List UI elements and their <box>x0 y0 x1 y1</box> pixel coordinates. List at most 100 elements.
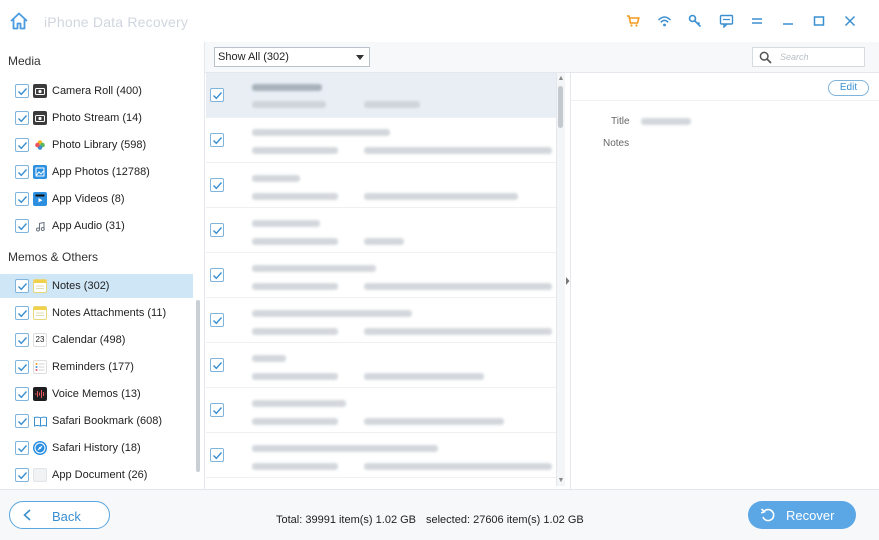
list-item[interactable] <box>206 343 556 388</box>
feedback-icon[interactable] <box>717 12 735 30</box>
checkbox[interactable] <box>210 448 224 462</box>
sidebar-item-label: Notes Attachments (11) <box>52 307 167 319</box>
maximize-icon[interactable] <box>810 12 828 30</box>
blurred-note-preview <box>364 328 552 335</box>
checkbox[interactable] <box>15 165 29 179</box>
checkbox[interactable] <box>15 219 29 233</box>
sidebar-item-label: Photo Stream (14) <box>52 112 142 124</box>
checkbox[interactable] <box>15 138 29 152</box>
list-item[interactable] <box>206 298 556 343</box>
back-label: Back <box>52 509 81 524</box>
filter-value: Show All (302) <box>218 51 289 63</box>
checkbox[interactable] <box>210 268 224 282</box>
sidebar-item-notes-attachments[interactable]: Notes Attachments (11) <box>0 301 193 325</box>
sidebar-item-app-audio[interactable]: App Audio (31) <box>0 214 193 238</box>
list-scrollbar[interactable] <box>556 73 565 486</box>
search-input[interactable]: Search <box>752 47 865 67</box>
blurred-note-date <box>252 373 338 380</box>
list-item[interactable] <box>206 73 556 118</box>
sidebar-item-voice-memos[interactable]: Voice Memos (13) <box>0 382 193 406</box>
sidebar-item-label: Camera Roll (400) <box>52 85 142 97</box>
list-item[interactable] <box>206 208 556 253</box>
sidebar-item-reminders[interactable]: Reminders (177) <box>0 355 193 379</box>
checkbox[interactable] <box>15 468 29 482</box>
sidebar-item-safari-history[interactable]: Safari History (18) <box>0 436 193 460</box>
checkbox[interactable] <box>15 84 29 98</box>
wifi-connect-icon[interactable] <box>655 12 673 30</box>
home-icon[interactable] <box>8 10 30 32</box>
menu-icon[interactable] <box>748 12 766 30</box>
checkbox[interactable] <box>15 192 29 206</box>
sidebar-item-label: App Videos (8) <box>52 193 125 205</box>
selected-status: selected: 27606 item(s) 1.02 GB <box>426 514 584 526</box>
sidebar-item-label: Notes (302) <box>52 280 110 292</box>
sidebar-item-safari-bookmark[interactable]: Safari Bookmark (608) <box>0 409 193 433</box>
sidebar-item-calendar[interactable]: 23 Calendar (498) <box>0 328 193 352</box>
blurred-note-date <box>252 463 338 470</box>
notes-attachments-icon <box>33 306 47 320</box>
sidebar-item-app-document[interactable]: App Document (26) <box>0 463 193 487</box>
checkbox[interactable] <box>15 306 29 320</box>
checkbox[interactable] <box>210 358 224 372</box>
checkbox[interactable] <box>210 223 224 237</box>
blurred-note-preview <box>364 418 504 425</box>
key-icon[interactable] <box>686 12 704 30</box>
scroll-up-icon[interactable]: ▲ <box>557 75 565 83</box>
back-button[interactable]: Back <box>9 501 110 529</box>
notes-label: Notes <box>603 138 630 149</box>
blurred-note-date <box>252 238 338 245</box>
sidebar-item-photo-library[interactable]: Photo Library (598) <box>0 133 193 157</box>
checkbox[interactable] <box>15 279 29 293</box>
photo-stream-icon <box>33 111 47 125</box>
blurred-note-title <box>252 175 300 182</box>
checkbox[interactable] <box>210 133 224 147</box>
list-item[interactable] <box>206 163 556 208</box>
app-title: iPhone Data Recovery <box>44 14 189 30</box>
close-icon[interactable] <box>841 12 859 30</box>
blurred-note-preview <box>364 373 484 380</box>
blurred-note-title <box>252 445 438 452</box>
blurred-note-date <box>252 101 326 108</box>
list-item[interactable] <box>206 253 556 298</box>
blurred-note-preview <box>364 147 552 154</box>
recover-button[interactable]: Recover <box>748 501 856 529</box>
app-audio-icon <box>33 219 47 233</box>
checkbox[interactable] <box>210 313 224 327</box>
list-item[interactable] <box>206 118 556 163</box>
checkbox[interactable] <box>15 111 29 125</box>
app-document-icon <box>33 468 47 482</box>
notes-list <box>206 73 556 486</box>
sidebar-item-label: Safari History (18) <box>52 442 141 454</box>
sidebar-item-app-photos[interactable]: App Photos (12788) <box>0 160 193 184</box>
sidebar-item-notes[interactable]: Notes (302) <box>0 274 193 298</box>
checkbox[interactable] <box>15 414 29 428</box>
checkbox[interactable] <box>210 88 224 102</box>
sidebar-item-camera-roll[interactable]: Camera Roll (400) <box>0 79 193 103</box>
list-item[interactable] <box>206 388 556 433</box>
blurred-note-title <box>252 84 322 91</box>
checkbox[interactable] <box>15 387 29 401</box>
list-item[interactable] <box>206 433 556 478</box>
list-scrollbar-thumb[interactable] <box>558 86 563 128</box>
title-label: Title <box>611 116 630 127</box>
sidebar-item-photo-stream[interactable]: Photo Stream (14) <box>0 106 193 130</box>
checkbox[interactable] <box>15 441 29 455</box>
filter-dropdown[interactable]: Show All (302) <box>214 47 370 67</box>
voice-memos-icon <box>33 387 47 401</box>
minimize-icon[interactable] <box>779 12 797 30</box>
blurred-note-title <box>252 129 390 136</box>
scroll-down-icon[interactable]: ▼ <box>557 477 565 485</box>
search-placeholder: Search <box>780 52 809 62</box>
sidebar-scrollbar[interactable] <box>196 300 200 472</box>
edit-button[interactable]: Edit <box>828 80 869 96</box>
safari-bookmark-icon <box>33 414 47 428</box>
checkbox[interactable] <box>210 403 224 417</box>
cart-icon[interactable] <box>624 12 642 30</box>
sidebar-item-app-videos[interactable]: App Videos (8) <box>0 187 193 211</box>
checkbox[interactable] <box>210 178 224 192</box>
checkbox[interactable] <box>15 333 29 347</box>
list-toolbar: Show All (302) Search <box>205 42 879 73</box>
checkbox[interactable] <box>15 360 29 374</box>
app-videos-icon <box>33 192 47 206</box>
title-bar: iPhone Data Recovery <box>0 0 879 42</box>
